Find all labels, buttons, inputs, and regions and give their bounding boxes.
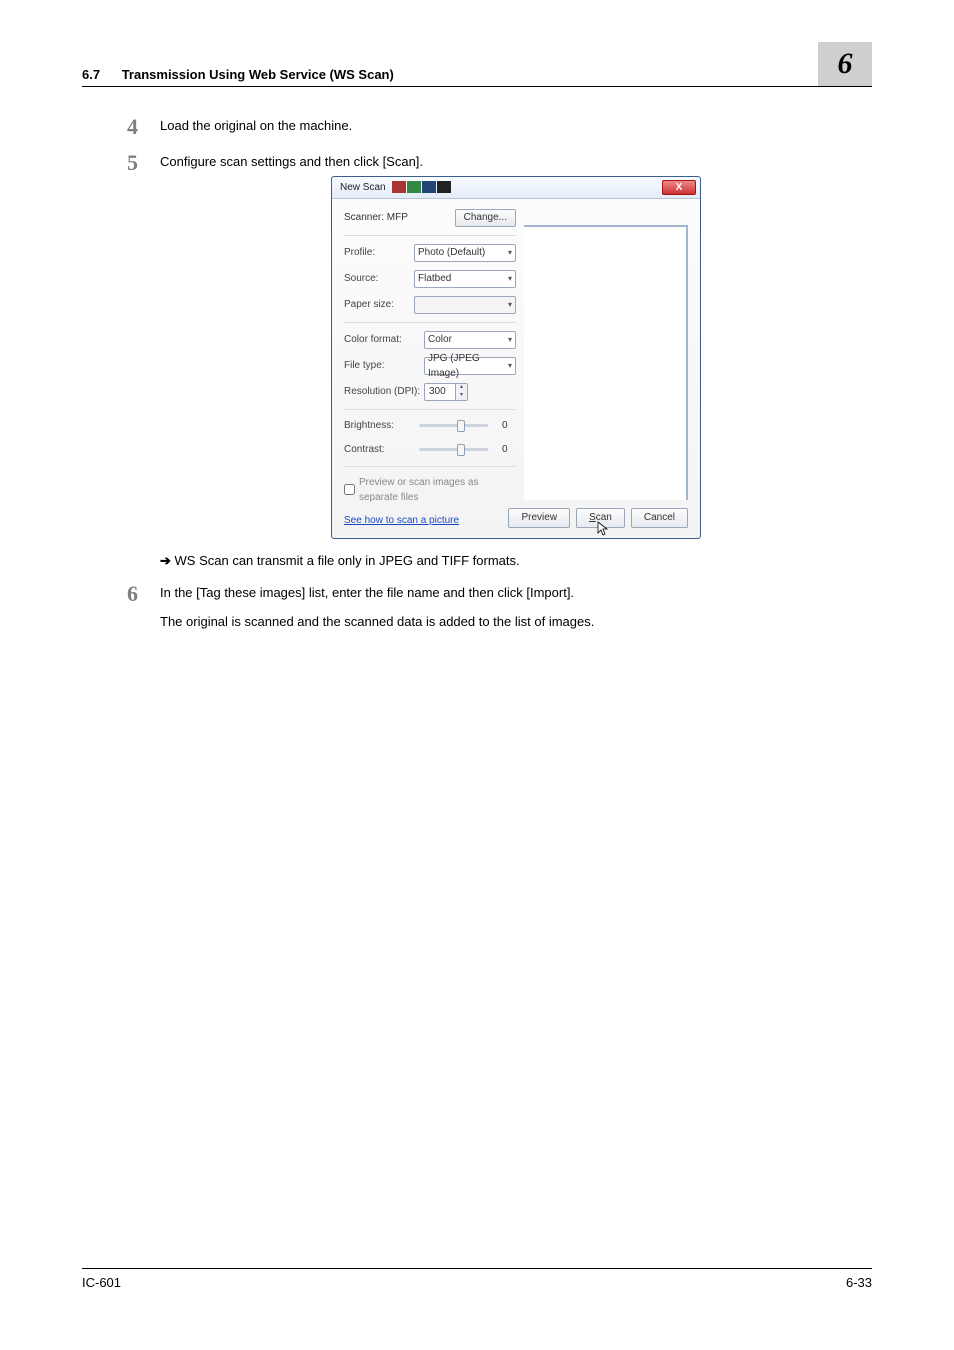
brightness-label: Brightness: (344, 418, 413, 433)
chevron-down-icon: ▾ (508, 299, 512, 311)
chevron-down-icon: ▾ (508, 273, 512, 285)
color-format-select[interactable]: Color ▾ (424, 331, 516, 349)
app-icon-colors (392, 181, 451, 193)
section-heading: 6.7 Transmission Using Web Service (WS S… (82, 67, 394, 82)
chevron-down-icon: ▾ (508, 360, 512, 372)
preview-area (524, 225, 688, 500)
chevron-down-icon: ▾ (508, 247, 512, 259)
file-type-value: JPG (JPEG Image) (428, 351, 508, 381)
step-subtext: The original is scanned and the scanned … (160, 612, 872, 632)
color-format-label: Color format: (344, 332, 424, 347)
source-select[interactable]: Flatbed ▾ (414, 270, 516, 288)
contrast-slider[interactable] (419, 448, 488, 451)
paper-size-select: ▾ (414, 296, 516, 314)
resolution-value: 300 (429, 384, 446, 399)
change-button-label: Change... (464, 210, 507, 225)
scan-button-label: Scan (589, 510, 612, 525)
chapter-number: 6 (838, 47, 853, 81)
footer-page: 6-33 (846, 1275, 872, 1290)
step-number: 6 (82, 583, 160, 632)
arrow-icon: ➔ (160, 553, 171, 568)
source-label: Source: (344, 271, 414, 286)
section-title: Transmission Using Web Service (WS Scan) (122, 67, 394, 82)
resolution-label: Resolution (DPI): (344, 384, 424, 399)
step-text: Load the original on the machine. (160, 116, 872, 138)
close-button[interactable]: X (662, 180, 696, 195)
profile-label: Profile: (344, 245, 414, 260)
close-icon: X (676, 180, 683, 195)
brightness-slider[interactable] (419, 424, 488, 427)
change-button[interactable]: Change... (455, 209, 516, 227)
scanner-label: Scanner: MFP (344, 210, 408, 225)
separate-files-label: Preview or scan images as separate files (359, 475, 516, 505)
preview-button[interactable]: Preview (508, 508, 570, 528)
cancel-button-label: Cancel (644, 510, 675, 525)
footer-model: IC-601 (82, 1275, 121, 1290)
preview-button-label: Preview (521, 510, 557, 525)
step-number: 5 (82, 152, 160, 539)
new-scan-dialog: New Scan X Scanner: MFP Cha (331, 176, 701, 539)
profile-select[interactable]: Photo (Default) ▾ (414, 244, 516, 262)
contrast-value: 0 (494, 442, 516, 458)
note-text: WS Scan can transmit a file only in JPEG… (175, 553, 520, 568)
file-type-select[interactable]: JPG (JPEG Image) ▾ (424, 357, 516, 375)
color-format-value: Color (428, 332, 452, 347)
paper-size-label: Paper size: (344, 297, 414, 312)
chevron-up-icon[interactable]: ▴ (455, 384, 467, 392)
chevron-down-icon[interactable]: ▾ (455, 392, 467, 400)
section-number: 6.7 (82, 67, 100, 82)
source-value: Flatbed (418, 271, 451, 286)
dialog-title: New Scan (340, 180, 386, 195)
brightness-value: 0 (494, 418, 516, 434)
help-link[interactable]: See how to scan a picture (344, 515, 459, 526)
resolution-stepper[interactable]: 300 ▴▾ (424, 383, 468, 401)
chevron-down-icon: ▾ (508, 334, 512, 346)
contrast-label: Contrast: (344, 442, 413, 457)
separate-files-checkbox[interactable] (344, 484, 355, 495)
step-text: Configure scan settings and then click [… (160, 152, 872, 172)
scan-button[interactable]: Scan (576, 508, 625, 528)
step-text: In the [Tag these images] list, enter th… (160, 583, 872, 603)
profile-value: Photo (Default) (418, 245, 485, 260)
chapter-indicator: 6 (818, 42, 872, 86)
cancel-button[interactable]: Cancel (631, 508, 688, 528)
file-type-label: File type: (344, 358, 424, 373)
step-number: 4 (82, 116, 160, 138)
